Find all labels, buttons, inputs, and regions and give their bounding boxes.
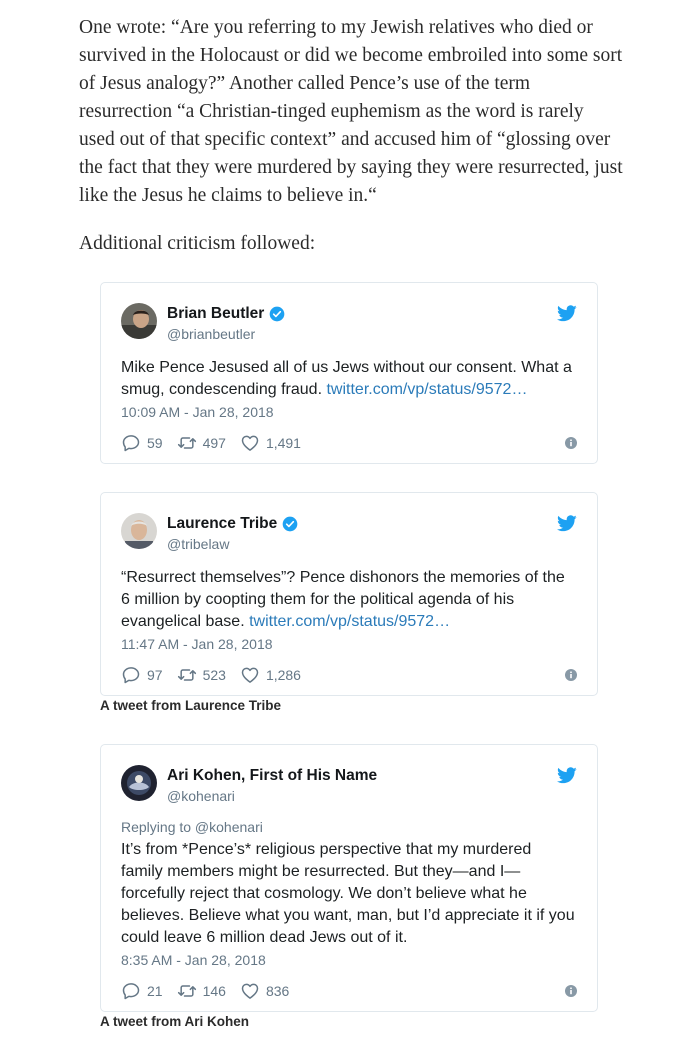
tweet-timestamp[interactable]: 10:09 AM - Jan 28, 2018 [121, 403, 577, 421]
tweet-author-name[interactable]: Brian Beutler [167, 305, 285, 323]
tweet-author-name[interactable]: Ari Kohen, First of His Name [167, 767, 377, 785]
tweet-text: “Resurrect themselves”? Pence dishonors … [121, 567, 577, 633]
reply-icon [121, 665, 141, 685]
tweet-author-handle[interactable]: @kohenari [167, 788, 235, 804]
avatar[interactable] [121, 513, 157, 549]
like-icon [240, 665, 260, 685]
tweet-card[interactable]: Brian Beutler @brianbeutler Mike Pence J… [100, 282, 598, 464]
like-button[interactable]: 1,491 [240, 433, 301, 453]
tweet-link[interactable]: twitter.com/vp/status/9572… [249, 613, 450, 630]
retweet-icon [177, 981, 197, 1001]
reply-button[interactable]: 21 [121, 981, 163, 1001]
tweet-link[interactable]: twitter.com/vp/status/9572… [326, 381, 527, 398]
like-count: 1,491 [265, 435, 301, 451]
like-icon [240, 981, 260, 1001]
like-count: 836 [265, 983, 290, 999]
like-button[interactable]: 836 [240, 981, 289, 1001]
twitter-bird-icon[interactable] [557, 767, 577, 784]
reply-icon [121, 981, 141, 1001]
tweet-text: It’s from *Pence’s* religious perspectiv… [121, 841, 575, 946]
verified-badge-icon [282, 516, 298, 532]
tweet-author-name[interactable]: Laurence Tribe [167, 515, 298, 533]
tweet-header: Laurence Tribe @tribelaw [101, 493, 597, 553]
reply-count: 97 [147, 667, 163, 683]
tweet-actions: 59 497 1,491 [121, 433, 577, 453]
tweet-timestamp[interactable]: 11:47 AM - Jan 28, 2018 [121, 635, 577, 653]
twitter-bird-icon[interactable] [557, 305, 577, 322]
author-name-text[interactable]: Brian Beutler [167, 305, 264, 323]
retweet-count: 523 [202, 667, 226, 683]
twitter-bird-icon[interactable] [557, 515, 577, 532]
retweet-icon [177, 433, 197, 453]
like-icon [240, 433, 260, 453]
info-icon[interactable] [565, 437, 577, 449]
avatar[interactable] [121, 765, 157, 801]
article-text: One wrote: “Are you referring to my Jewi… [79, 14, 624, 258]
retweet-count: 146 [202, 983, 226, 999]
tweet-timestamp[interactable]: 8:35 AM - Jan 28, 2018 [121, 951, 577, 969]
tweet-author-handle[interactable]: @tribelaw [167, 536, 229, 552]
tweet-actions: 21 146 836 [121, 981, 577, 1001]
tweet-author-handle[interactable]: @brianbeutler [167, 326, 255, 342]
article-paragraph: Additional criticism followed: [79, 233, 316, 254]
tweet-header: Ari Kohen, First of His Name @kohenari [101, 745, 597, 805]
replying-to[interactable]: Replying to @kohenari [121, 817, 577, 837]
reply-icon [121, 433, 141, 453]
reply-count: 21 [147, 983, 163, 999]
like-button[interactable]: 1,286 [240, 665, 301, 685]
like-count: 1,286 [265, 667, 301, 683]
retweet-button[interactable]: 497 [177, 433, 226, 453]
tweet-card[interactable]: Ari Kohen, First of His Name @kohenari R… [100, 744, 598, 1012]
reply-button[interactable]: 97 [121, 665, 163, 685]
tweet-text: Mike Pence Jesused all of us Jews withou… [121, 357, 577, 401]
tweet-actions: 97 523 1,286 [121, 665, 577, 685]
tweet-card[interactable]: Laurence Tribe @tribelaw “Resurrect them… [100, 492, 598, 696]
avatar[interactable] [121, 303, 157, 339]
article-paragraph: One wrote: “Are you referring to my Jewi… [79, 17, 623, 206]
retweet-count: 497 [202, 435, 226, 451]
tweet-caption: A tweet from Laurence Tribe [100, 698, 282, 713]
tweet-header: Brian Beutler @brianbeutler [101, 283, 597, 343]
author-name-text[interactable]: Laurence Tribe [167, 515, 277, 533]
tweet-caption: A tweet from Ari Kohen [100, 1014, 250, 1029]
author-name-text[interactable]: Ari Kohen, First of His Name [167, 767, 377, 785]
info-icon[interactable] [565, 669, 577, 681]
retweet-button[interactable]: 146 [177, 981, 226, 1001]
retweet-icon [177, 665, 197, 685]
info-icon[interactable] [565, 985, 577, 997]
retweet-button[interactable]: 523 [177, 665, 226, 685]
verified-badge-icon [269, 306, 285, 322]
reply-count: 59 [147, 435, 163, 451]
reply-button[interactable]: 59 [121, 433, 163, 453]
